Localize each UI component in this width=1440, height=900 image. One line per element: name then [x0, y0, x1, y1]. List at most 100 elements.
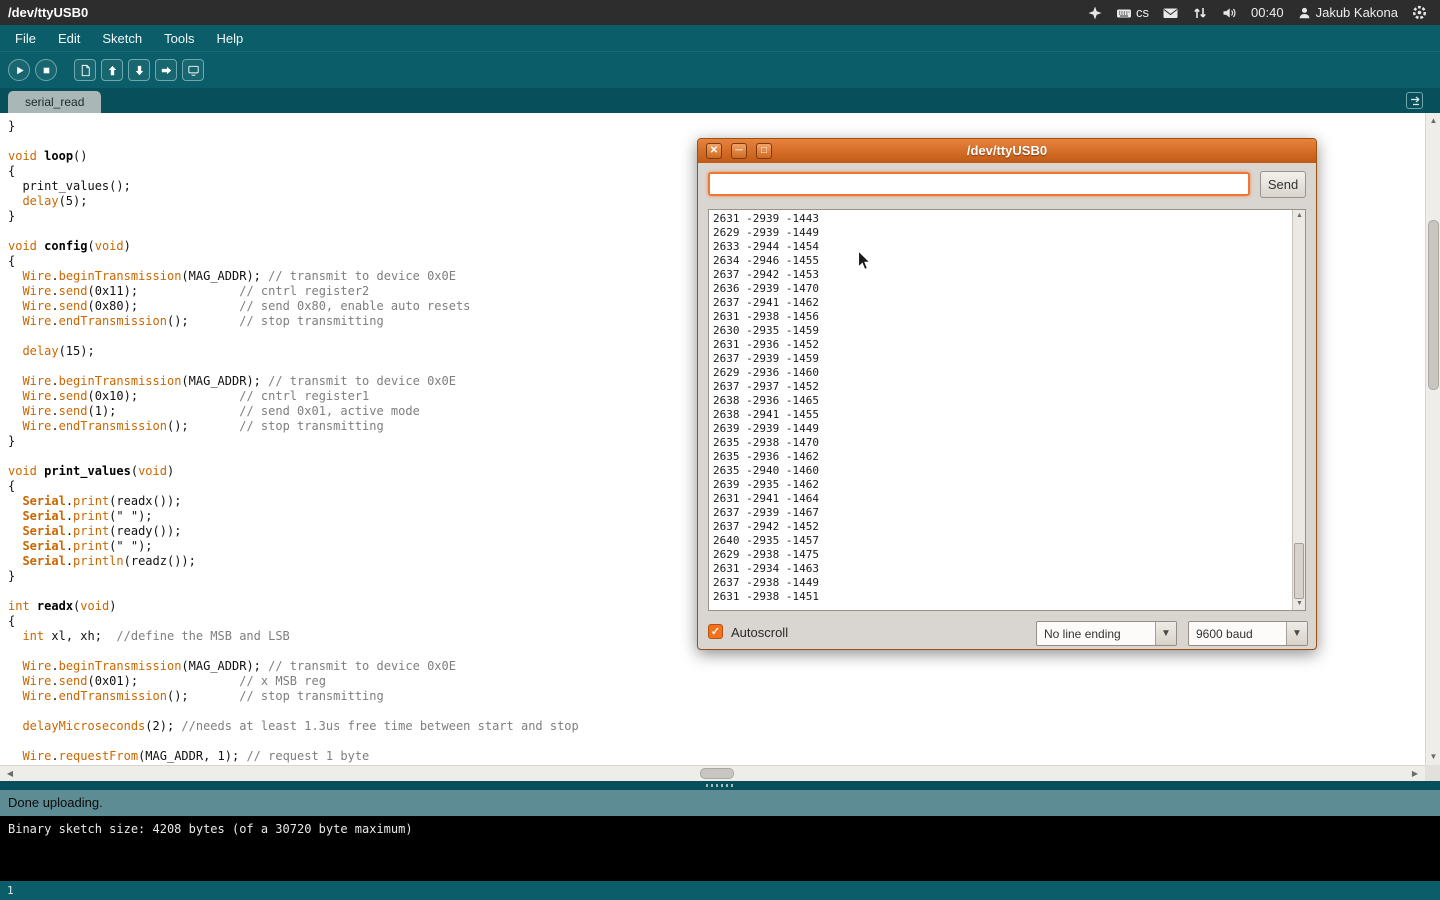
code-line: Wire.send(0x01); // x MSB reg	[8, 674, 1425, 689]
serial-value-line: 2640 -2935 -1457	[709, 534, 1305, 548]
window-minimize-button[interactable]: ─	[731, 143, 747, 159]
clock[interactable]: 00:40	[1251, 5, 1284, 20]
serial-value-line: 2635 -2940 -1460	[709, 464, 1305, 478]
serial-send-input[interactable]	[708, 172, 1250, 196]
serial-scroll-thumb[interactable]	[1294, 543, 1304, 599]
serial-scroll-up-icon[interactable]: ▲	[1293, 210, 1306, 222]
session-gear-icon[interactable]	[1411, 4, 1428, 21]
autoscroll-checkbox[interactable]: ✓	[708, 624, 723, 639]
mail-icon[interactable]	[1162, 5, 1179, 21]
user-name-label: Jakub Kakona	[1316, 5, 1398, 20]
serial-value-line: 2638 -2936 -1465	[709, 394, 1305, 408]
serial-monitor-controls: ✓ Autoscroll No line ending ▼ 9600 baud …	[698, 618, 1316, 650]
horizontal-scroll-thumb[interactable]	[700, 768, 734, 779]
verify-button[interactable]	[8, 59, 30, 81]
vertical-scroll-thumb[interactable]	[1428, 220, 1439, 390]
serial-monitor-button[interactable]	[182, 59, 204, 81]
upload-button[interactable]	[155, 59, 177, 81]
network-icon[interactable]	[1192, 5, 1208, 21]
serial-value-line: 2638 -2941 -1455	[709, 408, 1305, 422]
status-message: Done uploading.	[8, 795, 103, 810]
user-menu[interactable]: Jakub Kakona	[1297, 5, 1398, 21]
save-sketch-button[interactable]	[128, 59, 150, 81]
serial-value-line: 2639 -2935 -1462	[709, 478, 1305, 492]
baud-rate-dropdown[interactable]: 9600 baud ▼	[1188, 621, 1308, 646]
keyboard-icon	[1116, 5, 1132, 21]
console-output: Binary sketch size: 4208 bytes (of a 307…	[0, 816, 1440, 881]
serial-value-line: 2637 -2942 -1452	[709, 520, 1305, 534]
code-line: Wire.beginTransmission(MAG_ADDR); // tra…	[8, 659, 1425, 674]
serial-value-line: 2629 -2936 -1460	[709, 366, 1305, 380]
menu-bar: FileEditSketchToolsHelp	[0, 25, 1440, 51]
baud-rate-value: 9600 baud	[1196, 627, 1253, 641]
open-sketch-button[interactable]	[101, 59, 123, 81]
serial-scroll-down-icon[interactable]: ▼	[1293, 598, 1306, 610]
editor-vertical-scrollbar[interactable]: ▲ ▼	[1425, 113, 1440, 765]
scroll-left-arrow-icon[interactable]: ◀	[3, 766, 17, 782]
line-indicator-bar: 1	[0, 881, 1440, 900]
stop-icon	[39, 63, 54, 78]
mouse-cursor	[857, 250, 872, 272]
scroll-up-arrow-icon[interactable]: ▲	[1426, 115, 1440, 127]
window-close-button[interactable]: ✕	[706, 143, 722, 159]
console-line: Binary sketch size: 4208 bytes (of a 307…	[8, 822, 1432, 836]
serial-monitor-title: /dev/ttyUSB0	[698, 139, 1316, 163]
new-sketch-button[interactable]	[74, 59, 96, 81]
serial-values-container: 2631 -2939 -14432629 -2939 -14492633 -29…	[709, 210, 1305, 604]
line-ending-dropdown[interactable]: No line ending ▼	[1036, 621, 1177, 646]
volume-icon[interactable]	[1221, 5, 1238, 21]
toolbar	[0, 51, 1440, 88]
keyboard-layout-indicator[interactable]: cs	[1116, 5, 1149, 21]
send-button[interactable]: Send	[1260, 171, 1306, 198]
page-icon	[78, 63, 93, 78]
serial-value-line: 2637 -2939 -1467	[709, 506, 1305, 520]
serial-value-line: 2630 -2935 -1459	[709, 324, 1305, 338]
desktop: /dev/ttyUSB0 cs 00:40 Jakub Kakona FileE…	[0, 0, 1440, 900]
dropdown-arrow-icon[interactable]: ▼	[1155, 622, 1176, 645]
menu-edit[interactable]: Edit	[47, 27, 91, 50]
scroll-down-arrow-icon[interactable]: ▼	[1426, 751, 1440, 763]
serial-value-line: 2631 -2939 -1443	[709, 212, 1305, 226]
scroll-right-arrow-icon[interactable]: ▶	[1408, 766, 1422, 782]
menu-help[interactable]: Help	[205, 27, 254, 50]
serial-value-line: 2631 -2936 -1452	[709, 338, 1305, 352]
editor-horizontal-scrollbar[interactable]: ◀ ▶	[0, 765, 1425, 781]
serial-value-line: 2635 -2938 -1470	[709, 436, 1305, 450]
code-line	[8, 734, 1425, 749]
editor-console-splitter[interactable]	[0, 781, 1440, 790]
panel-window-title: /dev/ttyUSB0	[0, 5, 88, 20]
serial-value-line: 2637 -2938 -1449	[709, 576, 1305, 590]
menu-file[interactable]: File	[4, 27, 47, 50]
menu-tools[interactable]: Tools	[153, 27, 205, 50]
serial-value-line: 2637 -2942 -1453	[709, 268, 1305, 282]
tab-serial-read[interactable]: serial_read	[8, 91, 101, 113]
serial-value-line: 2629 -2938 -1475	[709, 548, 1305, 562]
serial-scrollbar[interactable]: ▲ ▼	[1292, 210, 1305, 610]
top-panel: /dev/ttyUSB0 cs 00:40 Jakub Kakona	[0, 0, 1440, 25]
serial-value-line: 2634 -2946 -1455	[709, 254, 1305, 268]
serial-value-line: 2631 -2934 -1463	[709, 562, 1305, 576]
scrollbar-corner	[1425, 765, 1440, 781]
serial-monitor-titlebar[interactable]: ✕ ─ □ /dev/ttyUSB0	[698, 139, 1316, 163]
serial-value-line: 2637 -2941 -1462	[709, 296, 1305, 310]
splitter-grip-icon	[706, 784, 734, 787]
tab-menu-button[interactable]	[1406, 92, 1423, 109]
window-maximize-button[interactable]: □	[756, 143, 772, 159]
code-line	[8, 704, 1425, 719]
tab-bar: serial_read	[0, 88, 1440, 113]
indicator-applet-icon[interactable]	[1087, 5, 1103, 21]
system-tray: cs 00:40 Jakub Kakona	[1087, 4, 1440, 21]
serial-value-line: 2631 -2938 -1456	[709, 310, 1305, 324]
serial-value-line: 2639 -2939 -1449	[709, 422, 1305, 436]
stop-button[interactable]	[35, 59, 57, 81]
dropdown-arrow-icon[interactable]: ▼	[1286, 622, 1307, 645]
serial-monitor-window: ✕ ─ □ /dev/ttyUSB0 Send 2631 -2939 -1443…	[697, 138, 1317, 650]
line-number: 1	[7, 884, 14, 897]
tab-menu-arrow-icon	[1409, 95, 1421, 107]
serial-value-line: 2637 -2939 -1459	[709, 352, 1305, 366]
code-line: delayMicroseconds(2); //needs at least 1…	[8, 719, 1425, 734]
serial-output-list[interactable]: 2631 -2939 -14432629 -2939 -14492633 -29…	[708, 209, 1306, 611]
menu-sketch[interactable]: Sketch	[91, 27, 153, 50]
status-bar: Done uploading.	[0, 790, 1440, 816]
line-ending-value: No line ending	[1044, 627, 1121, 641]
